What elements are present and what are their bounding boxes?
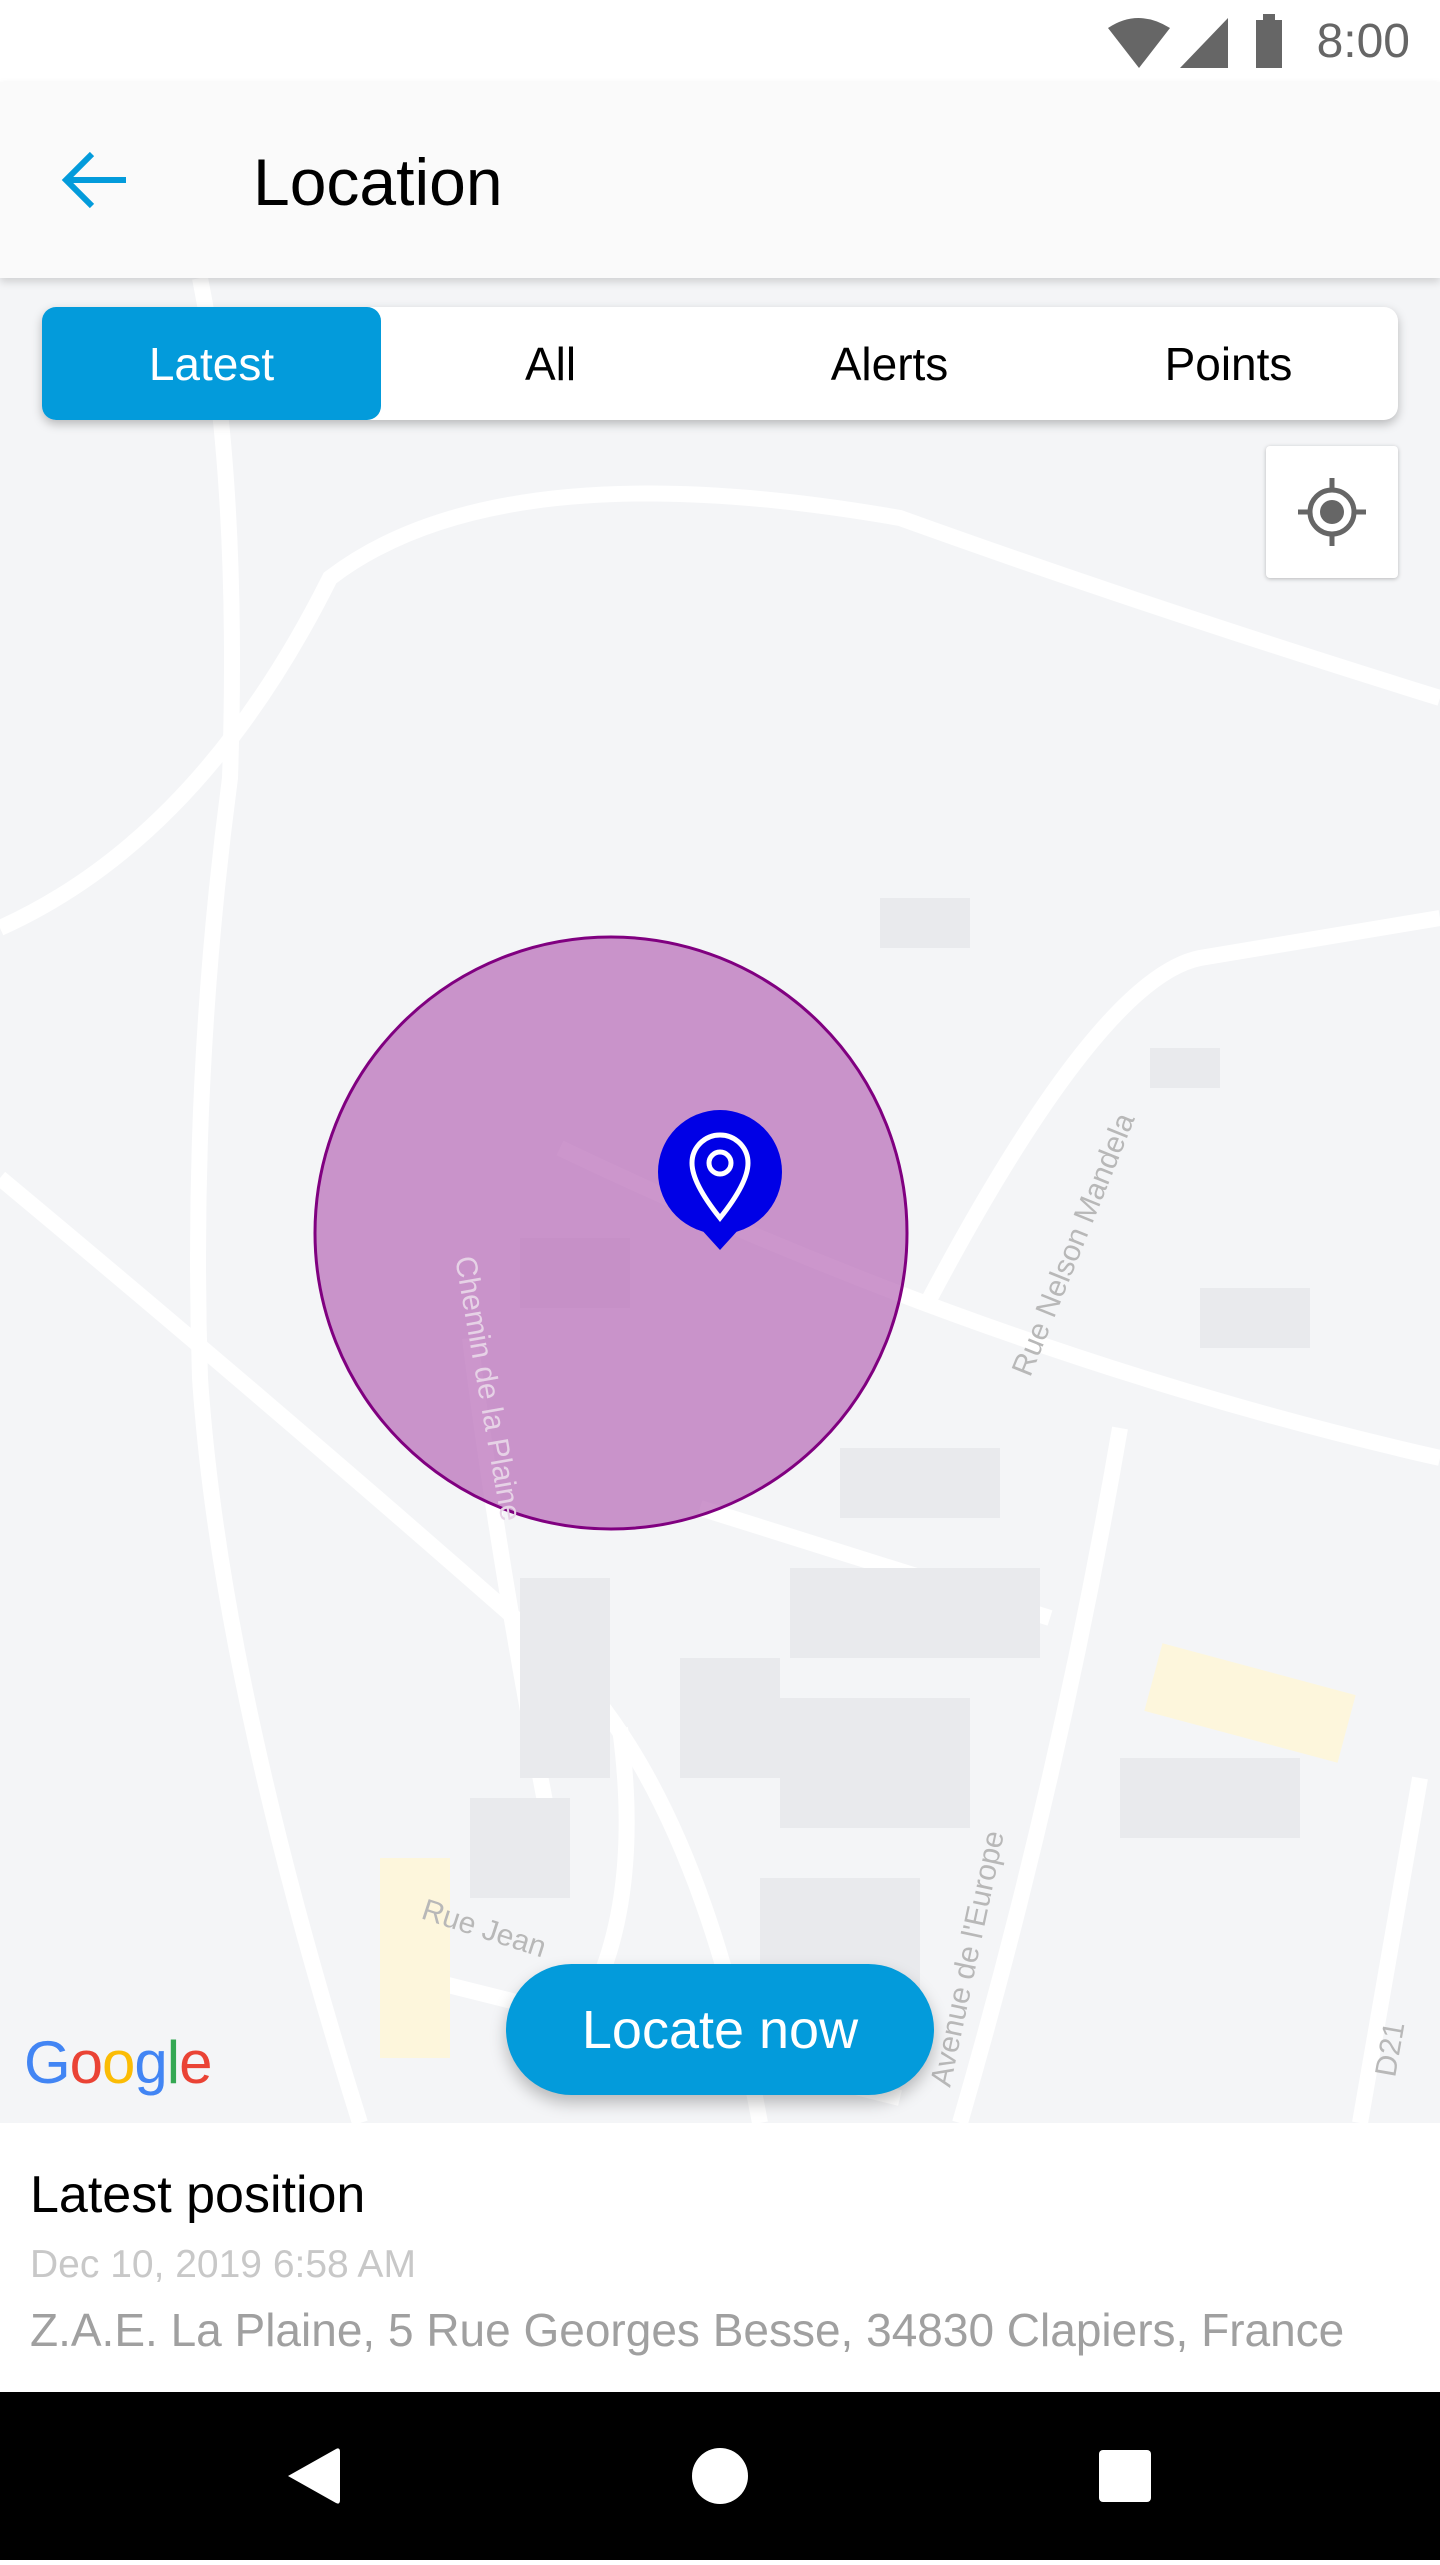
home-nav-icon[interactable] [692, 2448, 748, 2504]
locate-now-button[interactable]: Locate now [506, 1964, 934, 2095]
back-nav-icon[interactable] [288, 2448, 340, 2504]
panel-title: Latest position [30, 2166, 366, 2224]
page-title: Location [253, 145, 503, 219]
tab-bar: Latest All Alerts Points [42, 307, 1398, 420]
tab-latest[interactable]: Latest [42, 307, 381, 420]
latest-position-panel: Latest position Dec 10, 2019 6:58 AM Z.A… [0, 2123, 1440, 2392]
clock: 8:00 [1316, 15, 1410, 68]
battery-icon [1256, 20, 1282, 68]
tab-points[interactable]: Points [1059, 307, 1398, 420]
accuracy-circle [313, 935, 909, 1531]
status-icons [1108, 14, 1282, 68]
tab-alerts[interactable]: Alerts [720, 307, 1059, 420]
map-streets: Chemin de la Plaine Rue Nelson Mandela A… [0, 278, 1440, 2123]
status-bar: 8:00 [0, 0, 1440, 82]
arrow-left-icon[interactable] [60, 150, 130, 210]
crosshair-icon [1298, 478, 1366, 546]
recents-nav-icon[interactable] [1099, 2450, 1151, 2502]
map-view[interactable]: Chemin de la Plaine Rue Nelson Mandela A… [0, 278, 1440, 2123]
wifi-icon [1108, 18, 1170, 68]
app-bar: Location [0, 82, 1440, 278]
tab-all[interactable]: All [381, 307, 720, 420]
navigation-bar [0, 2392, 1440, 2560]
position-date: Dec 10, 2019 6:58 AM [30, 2243, 416, 2286]
my-location-button[interactable] [1266, 446, 1398, 578]
street-label: Rue Nelson Mandela [1006, 1108, 1142, 1380]
signal-icon [1180, 18, 1228, 68]
google-logo: Google [24, 2029, 213, 2096]
position-address: Z.A.E. La Plaine, 5 Rue Georges Besse, 3… [30, 2304, 1345, 2356]
